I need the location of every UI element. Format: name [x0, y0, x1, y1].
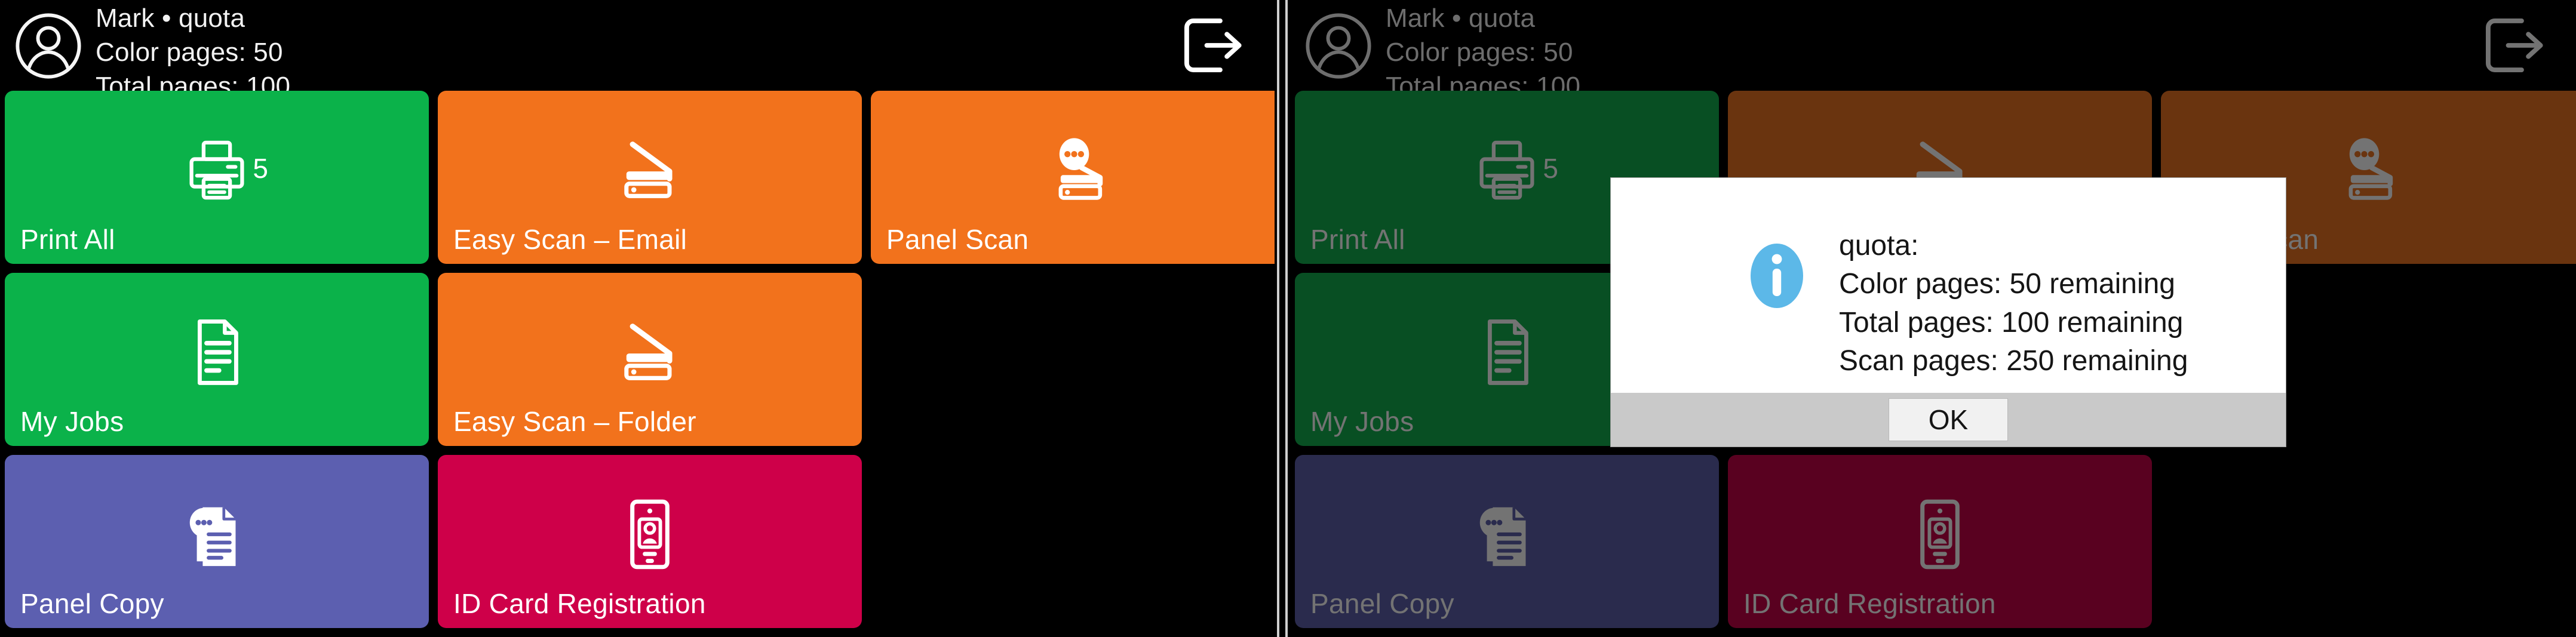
panel-copy-icon	[1472, 497, 1542, 572]
user-name-quota: Mark • quota	[1386, 4, 1536, 33]
tile-panel-copy[interactable]: Panel Copy	[5, 455, 429, 628]
panel-copy-icon	[182, 497, 252, 572]
tile-empty-slot	[871, 455, 1275, 628]
tile-empty-slot	[871, 273, 1275, 446]
printer-icon	[1472, 135, 1542, 205]
header-left: Mark • quota Color pages: 50 Total pages…	[0, 0, 1275, 101]
ok-button[interactable]: OK	[1889, 398, 2008, 441]
quota-dialog-title: quota:	[1839, 230, 1919, 261]
id-card-icon	[624, 497, 676, 572]
tile-panel-copy[interactable]: Panel Copy	[1295, 455, 1719, 628]
tile-empty-slot	[2161, 455, 2576, 628]
header-color-pages: Color pages: 50	[96, 38, 283, 67]
quota-dialog-text: quota: Color pages: 50 remaining Total p…	[1839, 227, 2188, 380]
logout-icon[interactable]	[2477, 12, 2549, 79]
tile-easy-scan-folder[interactable]: Easy Scan – Folder	[438, 273, 862, 446]
logout-icon[interactable]	[1175, 12, 1247, 79]
printer-terminal-screen-left: Mark • quota Color pages: 50 Total pages…	[0, 0, 1275, 637]
panel-scan-icon	[1043, 134, 1122, 206]
tile-label-panel-copy: Panel Copy	[1310, 588, 1454, 619]
printer-icon	[182, 135, 252, 205]
quota-dialog-total-pages: Total pages: 100 remaining	[1839, 306, 2184, 338]
quota-dialog-color-pages: Color pages: 50 remaining	[1839, 268, 2175, 300]
scanner-icon	[610, 320, 689, 384]
tile-panel-scan[interactable]: Panel Scan	[871, 91, 1275, 264]
user-name-quota: Mark • quota	[96, 4, 245, 33]
user-info-block: Mark • quota Color pages: 50 Total pages…	[96, 1, 290, 104]
tile-easy-scan-email[interactable]: Easy Scan – Email	[438, 91, 862, 264]
quota-dialog-body: quota: Color pages: 50 remaining Total p…	[1611, 178, 2286, 393]
tile-label-easy-scan-email: Easy Scan – Email	[453, 224, 687, 255]
document-icon	[189, 316, 244, 389]
quota-dialog: quota: Color pages: 50 remaining Total p…	[1611, 178, 2286, 447]
screenshot-stage: Mark • quota Color pages: 50 Total pages…	[0, 0, 2576, 637]
tile-label-easy-scan-folder: Easy Scan – Folder	[453, 406, 696, 437]
user-info-block: Mark • quota Color pages: 50 Total pages…	[1386, 1, 1580, 104]
print-all-badge: 5	[1543, 153, 1558, 184]
tile-label-panel-scan: Panel Scan	[886, 224, 1029, 255]
tile-print-all[interactable]: 5 Print All	[5, 91, 429, 264]
id-card-icon	[1914, 497, 1966, 572]
panel-left: Mark • quota Color pages: 50 Total pages…	[0, 0, 1275, 637]
print-all-badge: 5	[253, 153, 268, 184]
tile-label-id-card-registration: ID Card Registration	[1743, 588, 1996, 619]
tile-label-my-jobs: My Jobs	[20, 406, 124, 437]
tile-id-card-registration[interactable]: ID Card Registration	[1728, 455, 2152, 628]
tile-grid-left: 5 Print All Easy Scan – Email Panel Scan…	[5, 91, 1275, 631]
tile-label-id-card-registration: ID Card Registration	[453, 588, 706, 619]
quota-dialog-footer: OK	[1611, 393, 2286, 447]
user-avatar-icon	[1303, 11, 1374, 81]
document-icon	[1479, 316, 1534, 389]
panel-right: Mark • quota Color pages: 50 Total pages…	[1290, 0, 2576, 637]
tile-label-panel-copy: Panel Copy	[20, 588, 164, 619]
scanner-icon	[610, 138, 689, 202]
header-right: Mark • quota Color pages: 50 Total pages…	[1290, 0, 2576, 101]
tile-label-my-jobs: My Jobs	[1310, 406, 1414, 437]
panel-divider	[1275, 0, 1290, 637]
header-color-pages: Color pages: 50	[1386, 38, 1573, 67]
tile-label-print-all: Print All	[1310, 224, 1405, 255]
quota-dialog-scan-pages: Scan pages: 250 remaining	[1839, 344, 2188, 377]
user-avatar-icon	[13, 11, 84, 81]
panel-scan-icon	[2334, 134, 2412, 206]
tile-my-jobs[interactable]: My Jobs	[5, 273, 429, 446]
tile-id-card-registration[interactable]: ID Card Registration	[438, 455, 862, 628]
info-icon	[1749, 240, 1804, 312]
tile-label-print-all: Print All	[20, 224, 115, 255]
